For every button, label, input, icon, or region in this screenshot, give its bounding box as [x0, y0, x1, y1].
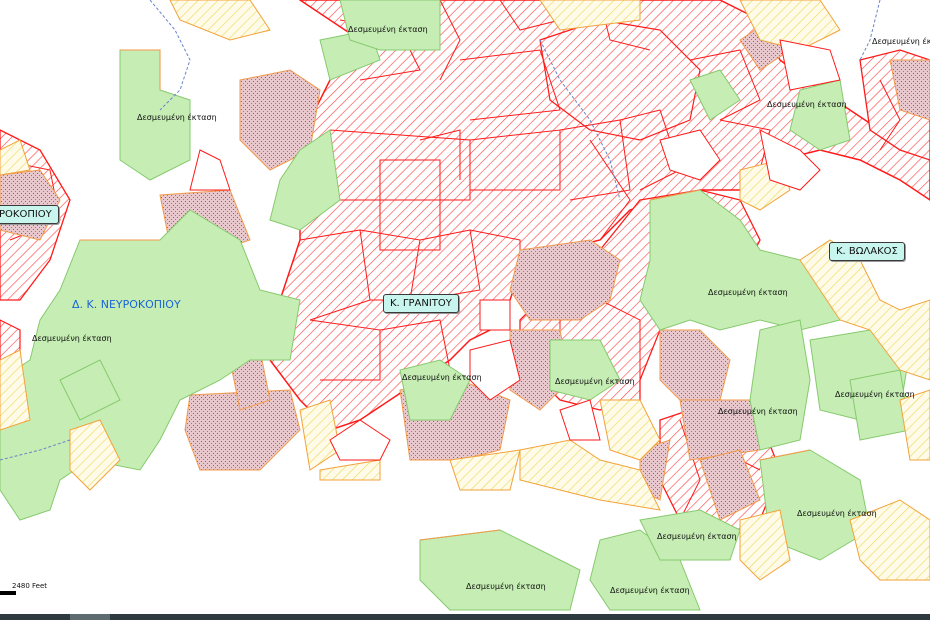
zone-label: Δεσμευμένη έκταση: [402, 373, 482, 382]
zone-label: Δεσμευμένη έκταση: [137, 113, 217, 122]
zone-label: Δεσμευμένη έκταση: [797, 509, 877, 518]
bottom-strip-accent: [70, 614, 110, 620]
bottom-status-strip: [0, 614, 930, 620]
scale-bar: [0, 591, 16, 595]
zone-label: Δεσμευμένη έκταση: [835, 390, 915, 399]
scale-label: 2480 Feet: [12, 582, 48, 590]
zone-label: Δεσμευμένη έκταση: [657, 532, 737, 541]
district-label: Δ. Κ. ΝΕΥΡΟΚΟΠΙΟΥ: [72, 298, 181, 311]
zone-label: Δεσμευμένη έκταση: [718, 407, 798, 416]
zone-label: Δεσμευμένη έκταση: [872, 37, 930, 46]
zone-label: Δεσμευμένη έκταση: [348, 25, 428, 34]
zone-label: Δεσμευμένη έκταση: [466, 582, 546, 591]
zone-label: Δεσμευμένη έκταση: [610, 586, 690, 595]
place-label-volakos[interactable]: Κ. ΒΩΛΑΚΟΣ: [829, 242, 905, 261]
zone-label: Δεσμευμένη έκταση: [555, 377, 635, 386]
place-label-granitou[interactable]: Κ. ΓΡΑΝΙΤΟΥ: [383, 294, 459, 313]
zone-label: Δεσμευμένη έκταση: [708, 288, 788, 297]
place-label-neurokopiou[interactable]: ΡΟΚΟΠΙΟΥ: [0, 205, 59, 224]
zone-label: Δεσμευμένη έκταση: [767, 100, 847, 109]
zone-label: Δεσμευμένη έκταση: [32, 334, 112, 343]
